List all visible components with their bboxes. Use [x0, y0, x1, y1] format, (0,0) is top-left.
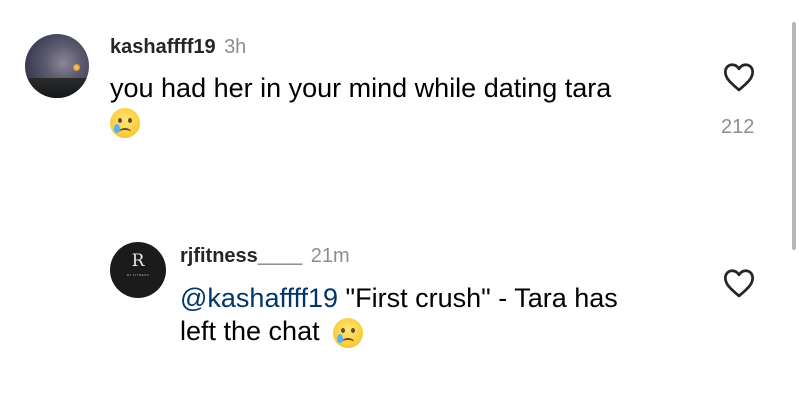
scrollbar[interactable]: [792, 22, 796, 250]
comment-username[interactable]: kashaffff19: [110, 36, 216, 58]
heart-outline-icon[interactable]: [722, 268, 756, 298]
reply-body-line2: left the chat: [180, 314, 364, 349]
reply-timestamp: 21m: [310, 245, 350, 267]
comment-header: kashaffff19 3h: [110, 36, 246, 59]
reply-text-line2: left the chat: [180, 316, 320, 346]
avatar-photo-light: [73, 64, 80, 71]
comment-body: you had her in your mind while dating ta…: [110, 71, 611, 106]
comments-panel: kashaffff19 3h you had her in your mind …: [0, 0, 800, 403]
reply-mention[interactable]: @kashaffff19: [180, 283, 338, 313]
heart-outline-icon[interactable]: [722, 62, 756, 92]
comment-text: you had her in your mind while dating ta…: [110, 73, 612, 103]
avatar-photo-ground: [25, 78, 89, 98]
crying-face-emoji: [110, 108, 140, 138]
crying-face-emoji: [333, 317, 364, 348]
avatar[interactable]: [25, 34, 89, 98]
avatar-brand-text: RJ FITNESS: [126, 273, 150, 277]
comment-emoji-line: [110, 108, 140, 138]
reply-avatar[interactable]: R RJ FITNESS: [110, 242, 166, 298]
reply-body-line1: @kashaffff19 "First crush" - Tara has: [180, 281, 618, 316]
reply-header: rjfitness____ 21m: [180, 245, 350, 268]
like-count: 212: [721, 116, 755, 138]
reply-text-line1: "First crush" - Tara has: [338, 283, 618, 313]
comment-timestamp: 3h: [224, 36, 247, 58]
reply-username[interactable]: rjfitness____: [180, 245, 302, 267]
avatar-monogram: R: [131, 251, 145, 271]
